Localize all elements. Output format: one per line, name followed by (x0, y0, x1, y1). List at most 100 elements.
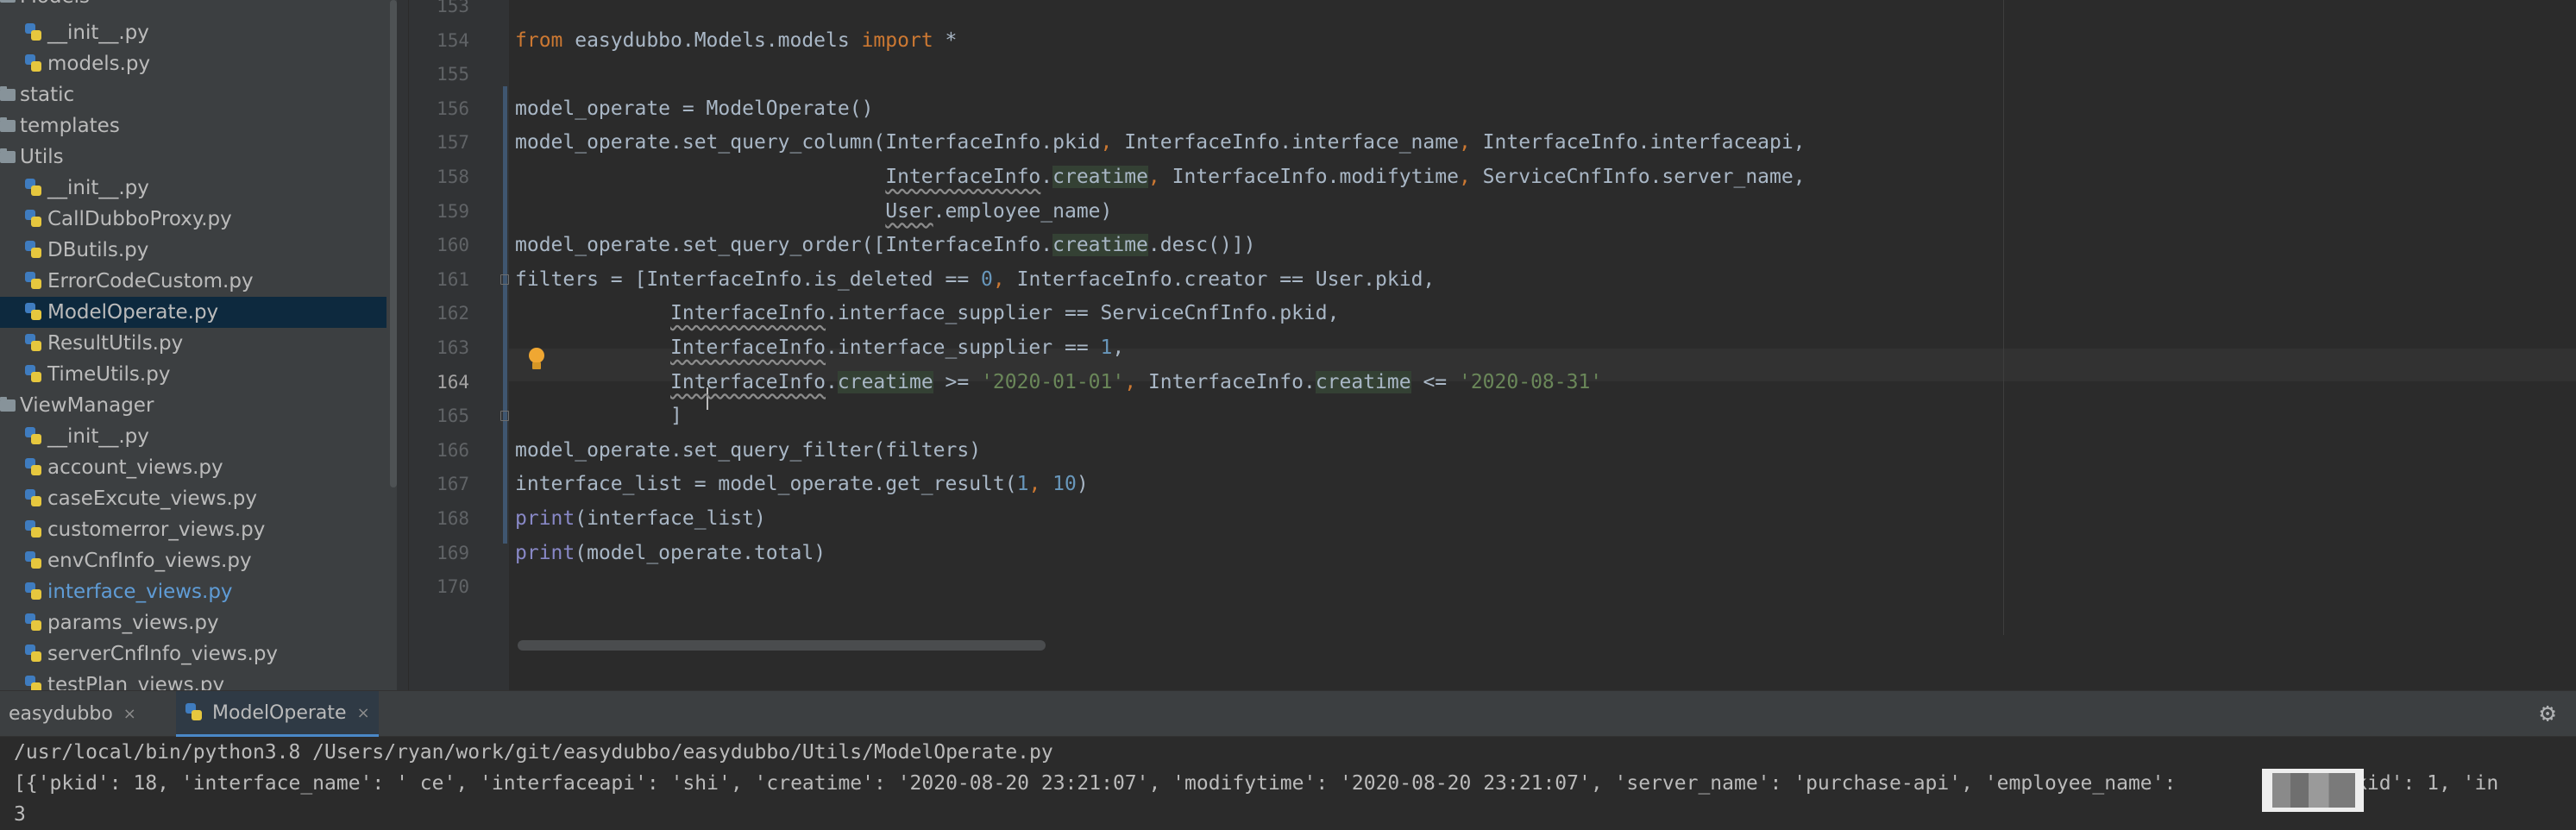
line-number: 153 (437, 0, 469, 16)
editor-horizontal-scrollbar[interactable] (518, 640, 1046, 651)
fold-start-icon[interactable] (500, 274, 509, 285)
tree-item-modeloperate-py[interactable]: ModelOperate.py (0, 297, 386, 328)
line-number: 161 (437, 268, 469, 290)
tab-label: ModelOperate (212, 701, 347, 724)
python-file-icon (24, 178, 43, 198)
code-line[interactable]: filters = [InterfaceInfo.is_deleted == 0… (515, 263, 1435, 296)
python-file-icon (24, 302, 43, 323)
tree-item-utils[interactable]: Utils (0, 141, 386, 173)
line-number: 160 (437, 235, 469, 256)
python-file-icon (185, 702, 204, 723)
tree-item-label: TimeUtils.py (47, 363, 171, 386)
code-line[interactable]: model_operate.set_query_filter(filters) (515, 434, 981, 467)
line-number: 162 (437, 303, 469, 324)
tree-item-label: interface_views.py (47, 581, 233, 603)
tree-item-label: CallDubboProxy.py (47, 208, 232, 230)
close-icon[interactable]: × (357, 704, 370, 722)
tree-item-account-views-py[interactable]: account_views.py (0, 452, 386, 483)
tree-item-calldubboproxy-py[interactable]: CallDubboProxy.py (0, 204, 386, 235)
python-file-icon (24, 613, 43, 633)
code-line[interactable]: from easydubbo.Models.models import * (515, 24, 957, 57)
tree-item-interface-views-py[interactable]: interface_views.py (0, 576, 386, 607)
run-console[interactable]: /usr/local/bin/python3.8 /Users/ryan/wor… (0, 737, 2576, 830)
tree-item-label: Models (20, 0, 90, 8)
tab-modeloperate[interactable]: ModelOperate × (176, 691, 379, 737)
tree-item-models[interactable]: Models (0, 0, 386, 12)
python-file-icon (24, 240, 43, 261)
tree-item-static[interactable]: static (0, 79, 386, 110)
tree-item-templates[interactable]: templates (0, 110, 386, 141)
tree-item-label: ResultUtils.py (47, 332, 184, 355)
line-number: 158 (437, 167, 469, 187)
tree-item-caseexcute-views-py[interactable]: caseExcute_views.py (0, 483, 386, 514)
line-number: 168 (437, 508, 469, 529)
tree-item-customerror-views-py[interactable]: customerror_views.py (0, 514, 386, 545)
code-line[interactable]: ] (515, 399, 682, 432)
gear-icon[interactable]: ⚙ (2540, 701, 2555, 726)
python-file-icon (24, 519, 43, 540)
tree-item-label: customerror_views.py (47, 519, 266, 541)
python-file-icon (24, 675, 43, 690)
python-file-icon (24, 550, 43, 571)
tab-easydubbo[interactable]: easydubbo × (0, 691, 145, 737)
tree-item-label: DButils.py (47, 239, 149, 261)
tree-item-init-py[interactable]: __init__.py (0, 421, 386, 452)
code-line[interactable]: InterfaceInfo.creatime >= '2020-01-01', … (515, 366, 1602, 399)
scrollbar-thumb[interactable] (390, 0, 397, 487)
python-file-icon (24, 488, 43, 509)
tree-item-dbutils-py[interactable]: DButils.py (0, 235, 386, 266)
tree-item-resultutils-py[interactable]: ResultUtils.py (0, 328, 386, 359)
tree-item-label: __init__.py (47, 22, 149, 44)
code-line[interactable]: interface_list = model_operate.get_resul… (515, 468, 1089, 500)
tree-item-servercnfinfo-views-py[interactable]: serverCnfInfo_views.py (0, 638, 386, 670)
code-line[interactable]: InterfaceInfo.interface_supplier == Serv… (515, 297, 1339, 330)
tree-item-envcnfinfo-views-py[interactable]: envCnfInfo_views.py (0, 545, 386, 576)
console-line: [{'pkid': 18, 'interface_name': ' ce', '… (14, 772, 2499, 795)
tree-item-timeutils-py[interactable]: TimeUtils.py (0, 359, 386, 390)
code-line[interactable]: model_operate.set_query_order([Interface… (515, 229, 1256, 261)
folder-icon (0, 0, 16, 3)
code-line[interactable]: print(model_operate.total) (515, 537, 826, 569)
project-tree[interactable]: Models __init__.py models.py static template… (0, 0, 397, 690)
code-line[interactable]: model_operate = ModelOperate() (515, 92, 873, 125)
tree-item-errorcodecustom-py[interactable]: ErrorCodeCustom.py (0, 266, 386, 297)
tree-divider (397, 0, 409, 690)
tree-item-label: __init__.py (47, 177, 149, 199)
python-file-icon (24, 271, 43, 292)
folder-icon (0, 397, 16, 412)
python-file-icon (24, 53, 43, 74)
python-file-icon (24, 333, 43, 354)
tree-item-label: __init__.py (47, 425, 149, 448)
tree-item-label: models.py (47, 53, 151, 75)
tree-item-label: static (20, 84, 75, 106)
folder-icon (0, 86, 16, 101)
line-number: 170 (437, 576, 469, 598)
code-line[interactable]: InterfaceInfo.interface_supplier == 1, (515, 331, 1124, 364)
fold-end-icon[interactable] (500, 411, 509, 422)
line-number: 166 (437, 439, 469, 461)
code-line[interactable]: InterfaceInfo.creatime, InterfaceInfo.mo… (515, 160, 1806, 193)
right-margin-guide (2003, 0, 2004, 635)
tree-item-params-views-py[interactable]: params_views.py (0, 607, 386, 638)
project-tree-scrollbar[interactable] (390, 0, 397, 690)
code-line[interactable]: User.employee_name) (515, 195, 1112, 228)
redaction-mosaic (2272, 773, 2355, 808)
line-number: 167 (437, 474, 469, 495)
line-number: 169 (437, 542, 469, 563)
line-number: 157 (437, 132, 469, 154)
tree-item-init-py[interactable]: __init__.py (0, 173, 386, 204)
tree-item-label: testPlan_views.py (47, 674, 225, 690)
tree-item-viewmanager[interactable]: ViewManager (0, 390, 386, 421)
close-icon[interactable]: × (123, 705, 136, 723)
python-file-icon (24, 209, 43, 230)
python-file-icon (24, 426, 43, 447)
tree-item-label: envCnfInfo_views.py (47, 550, 252, 572)
tree-item-models-py[interactable]: models.py (0, 48, 386, 79)
code-line[interactable]: print(interface_list) (515, 502, 766, 535)
tree-item-init-py[interactable]: __init__.py (0, 17, 386, 48)
tree-item-label: ErrorCodeCustom.py (47, 270, 254, 292)
tree-item-testplan-views-py[interactable]: testPlan_views.py (0, 670, 386, 690)
line-number: 163 (437, 337, 469, 358)
code-line[interactable]: model_operate.set_query_column(Interface… (515, 126, 1806, 159)
tree-item-label: ModelOperate.py (47, 301, 219, 324)
